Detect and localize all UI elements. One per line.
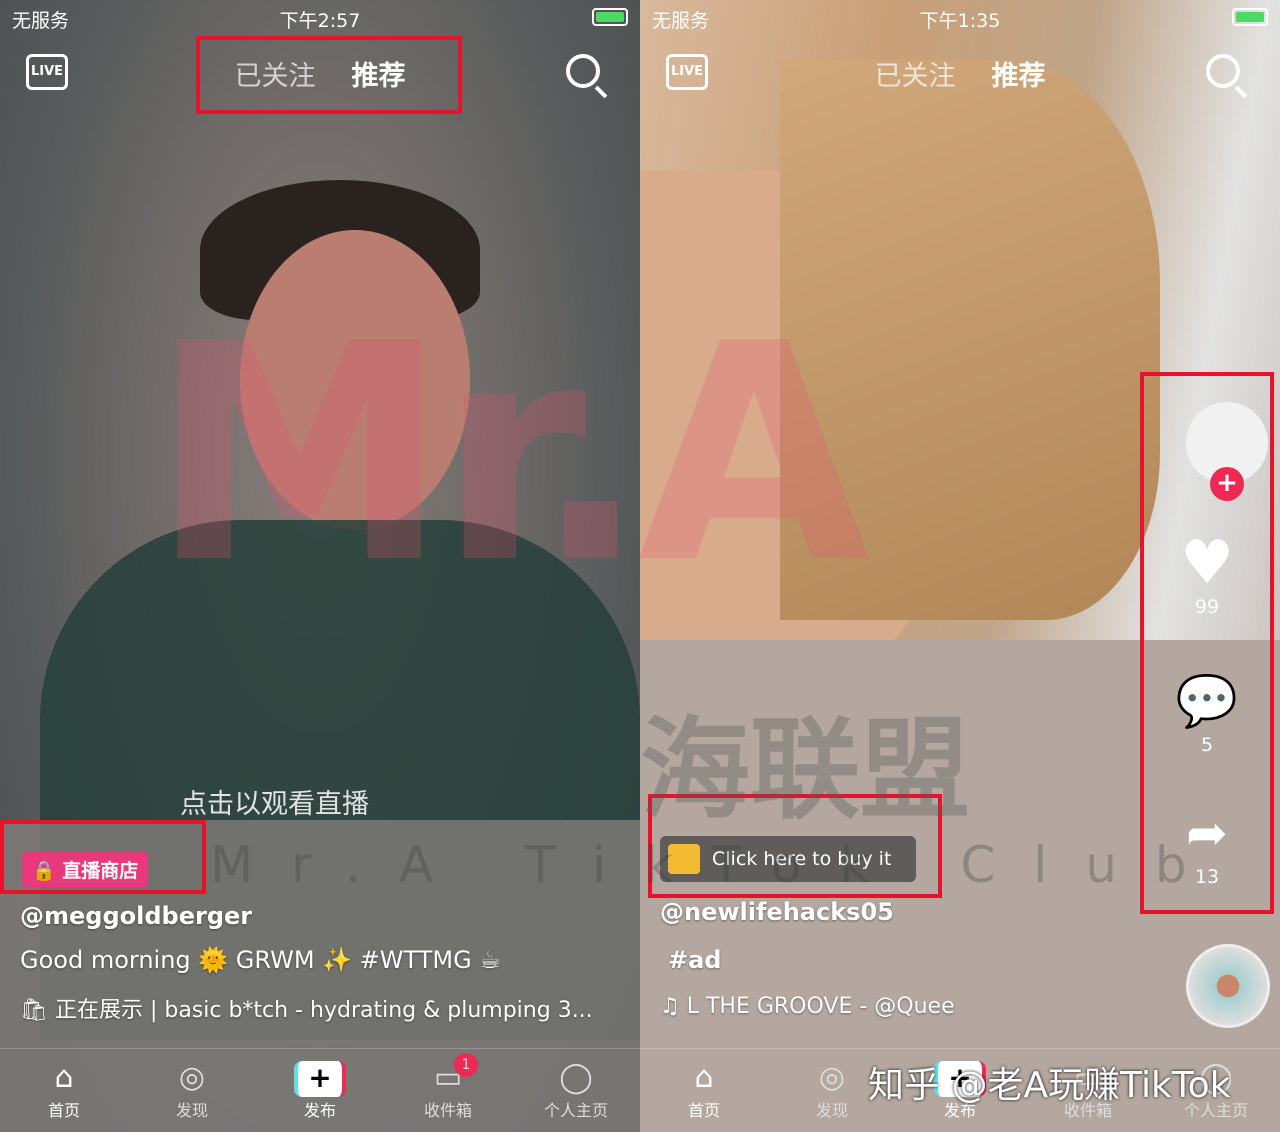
home-icon: ⌂ [54, 1060, 74, 1095]
battery-icon [592, 8, 628, 26]
home-icon: ⌂ [694, 1060, 714, 1095]
compass-icon: ◎ [818, 1060, 846, 1095]
tab-profile[interactable]: ◯ 个人主页 [526, 1059, 626, 1121]
bottom-tab-bar: ⌂ 首页 ◎ 发现 + 发布 ▭ 收件箱 ◯ 个人主页 [640, 1048, 1280, 1132]
product-showcase[interactable]: 🛍 正在展示 | basic b*tch - hydrating & plump… [20, 992, 593, 1024]
bottom-tab-bar: ⌂ 首页 ◎ 发现 + 发布 ▭ 1 收件箱 ◯ 个人主页 [0, 1048, 640, 1132]
person-icon: ◯ [1199, 1060, 1233, 1095]
tab-discover[interactable]: ◎ 发现 [142, 1059, 242, 1121]
highlight-box [0, 820, 206, 894]
inbox-icon: ▭ [1073, 1060, 1103, 1095]
username[interactable]: @meggoldberger [20, 902, 252, 930]
status-bar: 无服务 下午1:35 [640, 0, 1280, 36]
highlight-box [196, 36, 462, 114]
tab-following[interactable]: 已关注 [875, 61, 956, 92]
tab-create[interactable]: + 发布 [270, 1059, 370, 1121]
tab-profile[interactable]: ◯ 个人主页 [1166, 1059, 1266, 1121]
inbox-badge: 1 [454, 1053, 478, 1077]
battery-icon [1232, 8, 1268, 26]
watch-live-hint[interactable]: 点击以观看直播 [180, 782, 369, 821]
highlight-box [1140, 372, 1274, 914]
search-icon[interactable] [566, 54, 600, 88]
tab-home[interactable]: ⌂ 首页 [14, 1059, 114, 1121]
tab-for-you[interactable]: 推荐 [992, 61, 1046, 92]
plus-icon: + [294, 1061, 346, 1097]
compass-icon: ◎ [178, 1060, 206, 1095]
plus-icon: + [934, 1061, 986, 1097]
left-phone-screen: 无服务 下午2:57 LIVE 已关注 推荐 点击以观看直播 🔒 直播商店 @me… [0, 0, 640, 1132]
music-note-icon: ♫ [660, 994, 687, 1019]
person-icon: ◯ [559, 1060, 593, 1095]
tab-create[interactable]: + 发布 [910, 1059, 1010, 1121]
highlight-box [648, 794, 942, 898]
sound-disc[interactable] [1186, 944, 1270, 1028]
sound-info[interactable]: ♫ L THE GROOVE - @Quee [660, 994, 955, 1019]
caption: Good morning 🌞 GRWM ✨ #WTTMG ☕ [20, 946, 501, 974]
username[interactable]: @newlifehacks05 [660, 898, 894, 926]
search-icon[interactable] [1206, 54, 1240, 88]
bag-icon: 🛍 [20, 998, 55, 1023]
tab-discover[interactable]: ◎ 发现 [782, 1059, 882, 1121]
tab-home[interactable]: ⌂ 首页 [654, 1059, 754, 1121]
status-bar: 无服务 下午2:57 [0, 0, 640, 36]
tab-inbox[interactable]: ▭ 收件箱 [1038, 1059, 1138, 1121]
tab-inbox[interactable]: ▭ 1 收件箱 [398, 1053, 498, 1121]
inbox-icon: ▭ [433, 1060, 463, 1095]
caption[interactable]: #ad [668, 946, 721, 974]
